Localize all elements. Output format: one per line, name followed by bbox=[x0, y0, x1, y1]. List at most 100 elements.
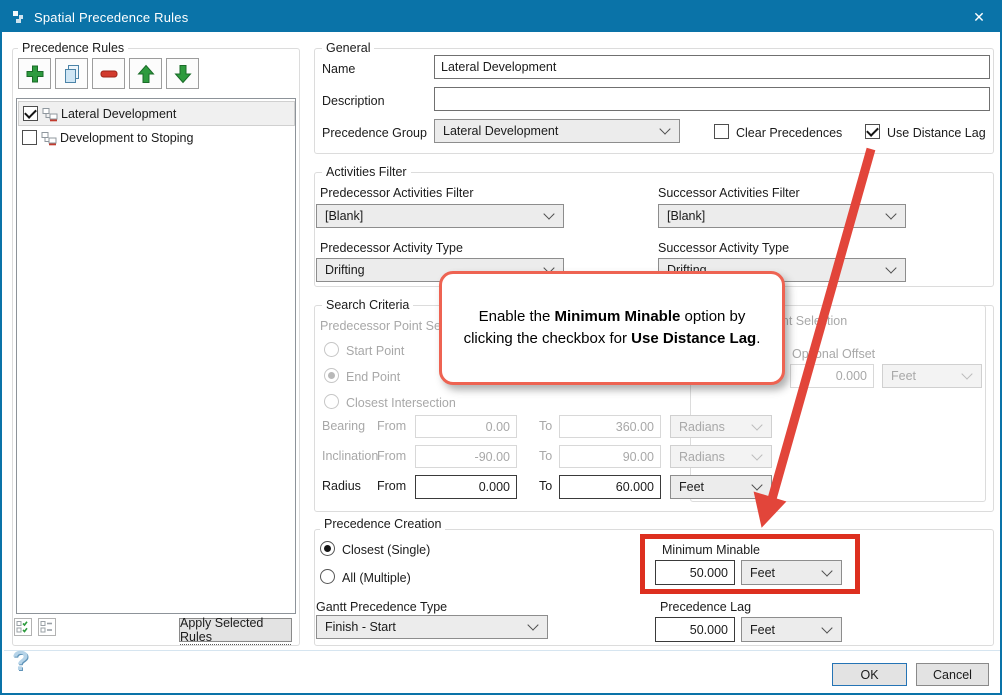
apply-selected-rules-button[interactable]: Apply Selected Rules bbox=[179, 618, 292, 642]
close-icon[interactable]: ✕ bbox=[958, 2, 1000, 32]
name-input[interactable]: Lateral Development bbox=[434, 55, 990, 79]
optional-offset-unit-dropdown[interactable]: Feet bbox=[882, 364, 982, 388]
precedence-lag-unit-dropdown[interactable]: Feet bbox=[741, 617, 842, 642]
chevron-down-icon bbox=[885, 262, 896, 273]
move-up-button[interactable] bbox=[129, 58, 162, 89]
chevron-down-icon bbox=[527, 619, 538, 630]
chevron-down-icon bbox=[659, 123, 670, 134]
predecessor-activities-filter-dropdown[interactable]: [Blank] bbox=[316, 204, 564, 228]
green-arrow-up-icon bbox=[135, 63, 157, 85]
radius-from-input[interactable]: 0.000 bbox=[415, 475, 517, 499]
green-arrow-down-icon bbox=[172, 63, 194, 85]
copy-icon bbox=[61, 63, 83, 85]
annotation-callout: Enable the Minimum Minable option by cli… bbox=[439, 271, 785, 385]
bearing-to-input[interactable]: 360.00 bbox=[559, 415, 661, 438]
check-icon bbox=[866, 124, 879, 137]
optional-offset-input[interactable]: 0.000 bbox=[790, 364, 874, 388]
predecessor-activities-filter-value: [Blank] bbox=[325, 209, 363, 223]
rules-list[interactable]: Lateral Development Development to Stopi… bbox=[16, 98, 296, 614]
radius-unit-dropdown[interactable]: Feet bbox=[670, 475, 772, 499]
remove-rule-button[interactable] bbox=[92, 58, 125, 89]
help-icon[interactable]: ? bbox=[12, 645, 29, 677]
precedence-rules-group-label: Precedence Rules bbox=[18, 41, 128, 55]
precedence-creation-group-label: Precedence Creation bbox=[320, 517, 445, 531]
list-item[interactable]: Lateral Development bbox=[18, 101, 295, 126]
clear-precedences-label: Clear Precedences bbox=[736, 126, 842, 140]
name-label: Name bbox=[322, 62, 355, 76]
radius-label: Radius bbox=[322, 479, 361, 493]
successor-activities-filter-label: Successor Activities Filter bbox=[658, 186, 800, 200]
activities-filter-group-label: Activities Filter bbox=[322, 165, 411, 179]
all-multiple-radio[interactable] bbox=[320, 569, 335, 584]
gantt-precedence-type-dropdown[interactable]: Finish - Start bbox=[316, 615, 548, 639]
add-rule-button[interactable] bbox=[18, 58, 51, 89]
rule-label: Lateral Development bbox=[61, 107, 176, 121]
precedence-lag-input[interactable]: 50.000 bbox=[655, 617, 735, 642]
chevron-down-icon bbox=[751, 419, 762, 430]
check-all-button[interactable] bbox=[14, 618, 32, 636]
use-distance-lag-label: Use Distance Lag bbox=[887, 126, 986, 140]
precedence-node-icon bbox=[41, 131, 57, 146]
inclination-label: Inclination bbox=[322, 449, 378, 463]
checklist-unchecked-icon bbox=[40, 620, 54, 634]
footer-separator bbox=[4, 650, 1000, 651]
ok-button[interactable]: OK bbox=[832, 663, 907, 686]
use-distance-lag-checkbox[interactable] bbox=[865, 124, 880, 139]
copy-rule-button[interactable] bbox=[55, 58, 88, 89]
radius-to-input[interactable]: 60.000 bbox=[559, 475, 661, 499]
annotation-highlight-box bbox=[640, 534, 860, 594]
chevron-down-icon bbox=[751, 479, 762, 490]
optional-offset-unit-value: Feet bbox=[891, 369, 916, 383]
precedence-group-value: Lateral Development bbox=[443, 124, 558, 138]
bearing-from-label: From bbox=[377, 419, 406, 433]
bearing-from-input[interactable]: 0.00 bbox=[415, 415, 517, 438]
closest-intersection-radio[interactable] bbox=[324, 394, 339, 409]
clear-precedences-checkbox[interactable] bbox=[714, 124, 729, 139]
check-icon bbox=[24, 106, 37, 119]
radio-dot-icon bbox=[328, 372, 335, 379]
inclination-from-input[interactable]: -90.00 bbox=[415, 445, 517, 468]
optional-offset-label: Optional Offset bbox=[792, 347, 875, 361]
checklist-checked-icon bbox=[16, 620, 30, 634]
closest-intersection-label: Closest Intersection bbox=[346, 396, 456, 410]
radius-to-label: To bbox=[539, 479, 552, 493]
predecessor-activity-type-label: Predecessor Activity Type bbox=[320, 241, 463, 255]
inclination-to-label: To bbox=[539, 449, 552, 463]
callout-line-1: Enable the Minimum Minable option by bbox=[479, 306, 746, 328]
chevron-down-icon bbox=[543, 208, 554, 219]
bearing-label: Bearing bbox=[322, 419, 365, 433]
closest-single-radio[interactable] bbox=[320, 541, 335, 556]
search-criteria-group-label: Search Criteria bbox=[322, 298, 413, 312]
cancel-button[interactable]: Cancel bbox=[916, 663, 989, 686]
spatial-precedence-rules-dialog: Spatial Precedence Rules ✕ Precedence Ru… bbox=[0, 0, 1002, 695]
precedence-lag-unit-value: Feet bbox=[750, 623, 775, 637]
successor-activities-filter-dropdown[interactable]: [Blank] bbox=[658, 204, 906, 228]
radius-from-label: From bbox=[377, 479, 406, 493]
description-input[interactable] bbox=[434, 87, 990, 111]
start-point-radio[interactable] bbox=[324, 342, 339, 357]
gantt-precedence-type-value: Finish - Start bbox=[325, 620, 396, 634]
inclination-unit-value: Radians bbox=[679, 450, 725, 464]
closest-single-label: Closest (Single) bbox=[342, 543, 430, 557]
rule-checkbox[interactable] bbox=[22, 130, 37, 145]
radius-unit-value: Feet bbox=[679, 480, 704, 494]
bearing-unit-value: Radians bbox=[679, 420, 725, 434]
all-multiple-label: All (Multiple) bbox=[342, 571, 411, 585]
start-point-label: Start Point bbox=[346, 344, 404, 358]
apply-selected-rules-label: Apply Selected Rules bbox=[180, 616, 291, 645]
callout-line-2: clicking the checkbox for Use Distance L… bbox=[464, 328, 761, 350]
green-plus-icon bbox=[24, 63, 46, 85]
uncheck-all-button[interactable] bbox=[38, 618, 56, 636]
rule-checkbox[interactable] bbox=[23, 106, 38, 121]
end-point-radio[interactable] bbox=[324, 368, 339, 383]
inclination-unit-dropdown[interactable]: Radians bbox=[670, 445, 772, 468]
general-group-label: General bbox=[322, 41, 374, 55]
red-minus-icon bbox=[98, 63, 120, 85]
inclination-to-input[interactable]: 90.00 bbox=[559, 445, 661, 468]
predecessor-activity-type-value: Drifting bbox=[325, 263, 365, 277]
move-down-button[interactable] bbox=[166, 58, 199, 89]
precedence-group-dropdown[interactable]: Lateral Development bbox=[434, 119, 680, 143]
list-item[interactable]: Development to Stoping bbox=[18, 126, 295, 151]
bearing-unit-dropdown[interactable]: Radians bbox=[670, 415, 772, 438]
chevron-down-icon bbox=[751, 449, 762, 460]
